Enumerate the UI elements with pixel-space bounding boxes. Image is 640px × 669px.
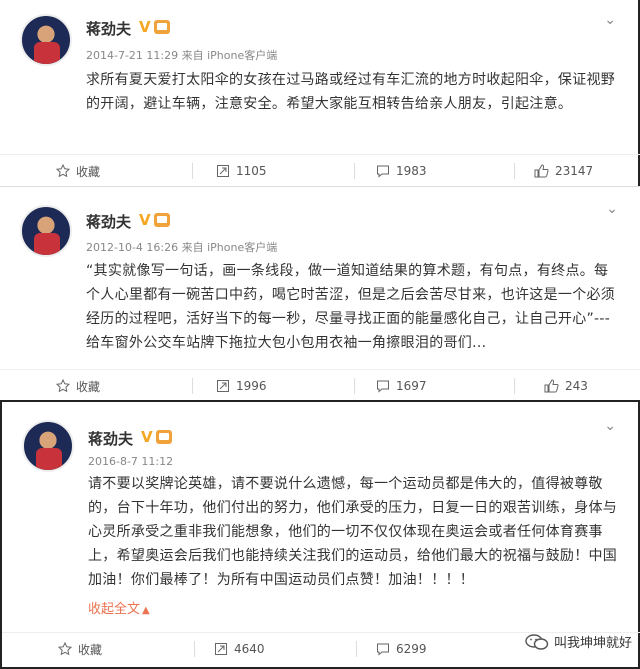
verified-v-icon: V — [141, 428, 153, 446]
favorite-label: 收藏 — [78, 642, 103, 657]
weibo-post: 蒋劲夫 V 2014-7-21 11:29 来自 iPhone客户端 ⌄ 求所有… — [0, 0, 640, 186]
divider — [356, 641, 357, 657]
like-button[interactable]: 243 — [544, 370, 588, 402]
vip-crown-icon — [155, 430, 172, 444]
action-bar: 收藏 1105 1983 23147 — [0, 154, 640, 186]
star-icon — [58, 642, 72, 656]
wechat-watermark: 叫我坤坤就好 — [524, 632, 632, 651]
divider — [192, 378, 193, 394]
chevron-down-icon[interactable]: ⌄ — [604, 418, 616, 434]
divider — [514, 378, 515, 394]
like-button[interactable]: 23147 — [534, 155, 593, 187]
wechat-icon — [525, 633, 549, 650]
username[interactable]: 蒋劲夫 — [86, 18, 131, 39]
repost-button[interactable]: 1105 — [216, 155, 267, 187]
comment-count: 1697 — [396, 379, 427, 393]
username[interactable]: 蒋劲夫 — [88, 428, 133, 449]
like-icon — [534, 164, 549, 178]
post-body: “其实就像写一句话，画一条线段，做一道知道结果的算术题，有句点，有终点。每个人心… — [86, 263, 616, 351]
star-icon — [56, 164, 70, 178]
comment-icon — [377, 165, 389, 178]
post-meta: 2014-7-21 11:29 来自 iPhone客户端 — [86, 49, 278, 62]
post-meta: 2016-8-7 11:12 — [88, 455, 174, 468]
verified-badges: V — [139, 18, 170, 36]
repost-count: 4640 — [234, 642, 265, 656]
comment-button[interactable]: 1697 — [376, 370, 427, 402]
chevron-down-icon[interactable]: ⌄ — [606, 201, 618, 217]
comment-icon — [377, 380, 389, 393]
star-icon — [56, 379, 70, 393]
collapse-label: 收起全文 — [88, 602, 141, 617]
avatar[interactable] — [22, 420, 74, 472]
comment-count: 1983 — [396, 164, 427, 178]
chevron-down-icon[interactable]: ⌄ — [604, 12, 616, 28]
weibo-post: 蒋劲夫 V 2012-10-4 16:26 来自 iPhone客户端 ⌄ “其实… — [0, 186, 640, 400]
collapse-text-link[interactable]: 收起全文 ▲ — [88, 598, 150, 617]
divider — [354, 378, 355, 394]
verified-v-icon: V — [139, 18, 151, 36]
comment-button[interactable]: 1983 — [376, 155, 427, 187]
username[interactable]: 蒋劲夫 — [86, 211, 131, 232]
verified-badges: V — [139, 211, 170, 229]
repost-button[interactable]: 4640 — [214, 633, 265, 665]
vip-crown-icon — [153, 213, 170, 227]
divider — [192, 163, 193, 179]
repost-icon — [217, 165, 229, 177]
favorite-button[interactable]: 收藏 — [56, 370, 100, 402]
post-meta: 2012-10-4 16:26 来自 iPhone客户端 — [86, 241, 278, 254]
repost-icon — [215, 643, 227, 655]
verified-v-icon: V — [139, 211, 151, 229]
action-bar: 收藏 1996 1697 243 — [0, 369, 640, 401]
watermark-text: 叫我坤坤就好 — [553, 636, 632, 651]
divider — [194, 641, 195, 657]
vip-crown-icon — [153, 20, 170, 34]
chevron-up-icon: ▲ — [142, 605, 150, 616]
like-count: 243 — [565, 379, 588, 393]
favorite-button[interactable]: 收藏 — [58, 633, 102, 665]
weibo-post: 蒋劲夫 V 2016-8-7 11:12 ⌄ 请不要以奖牌论英雄，请不要说什么遗… — [0, 400, 640, 669]
comment-count: 6299 — [396, 642, 427, 656]
post-body: 请不要以奖牌论英雄，请不要说什么遗憾，每一个运动员都是伟大的，值得被尊敬的，台下… — [88, 476, 618, 588]
repost-count: 1996 — [236, 379, 267, 393]
repost-count: 1105 — [236, 164, 267, 178]
favorite-label: 收藏 — [76, 379, 101, 394]
repost-icon — [217, 380, 229, 392]
favorite-button[interactable]: 收藏 — [56, 155, 100, 187]
like-icon — [544, 379, 559, 393]
favorite-label: 收藏 — [76, 164, 101, 179]
like-count: 23147 — [555, 164, 594, 178]
comment-icon — [377, 643, 389, 656]
verified-badges: V — [141, 428, 172, 446]
post-body: 求所有夏天爱打太阳伞的女孩在过马路或经过有车汇流的地方时收起阳伞，保证视野的开阔… — [86, 72, 616, 112]
divider — [514, 163, 515, 179]
repost-button[interactable]: 1996 — [216, 370, 267, 402]
avatar[interactable] — [20, 14, 72, 66]
avatar[interactable] — [20, 205, 72, 257]
divider — [354, 163, 355, 179]
comment-button[interactable]: 6299 — [376, 633, 427, 665]
